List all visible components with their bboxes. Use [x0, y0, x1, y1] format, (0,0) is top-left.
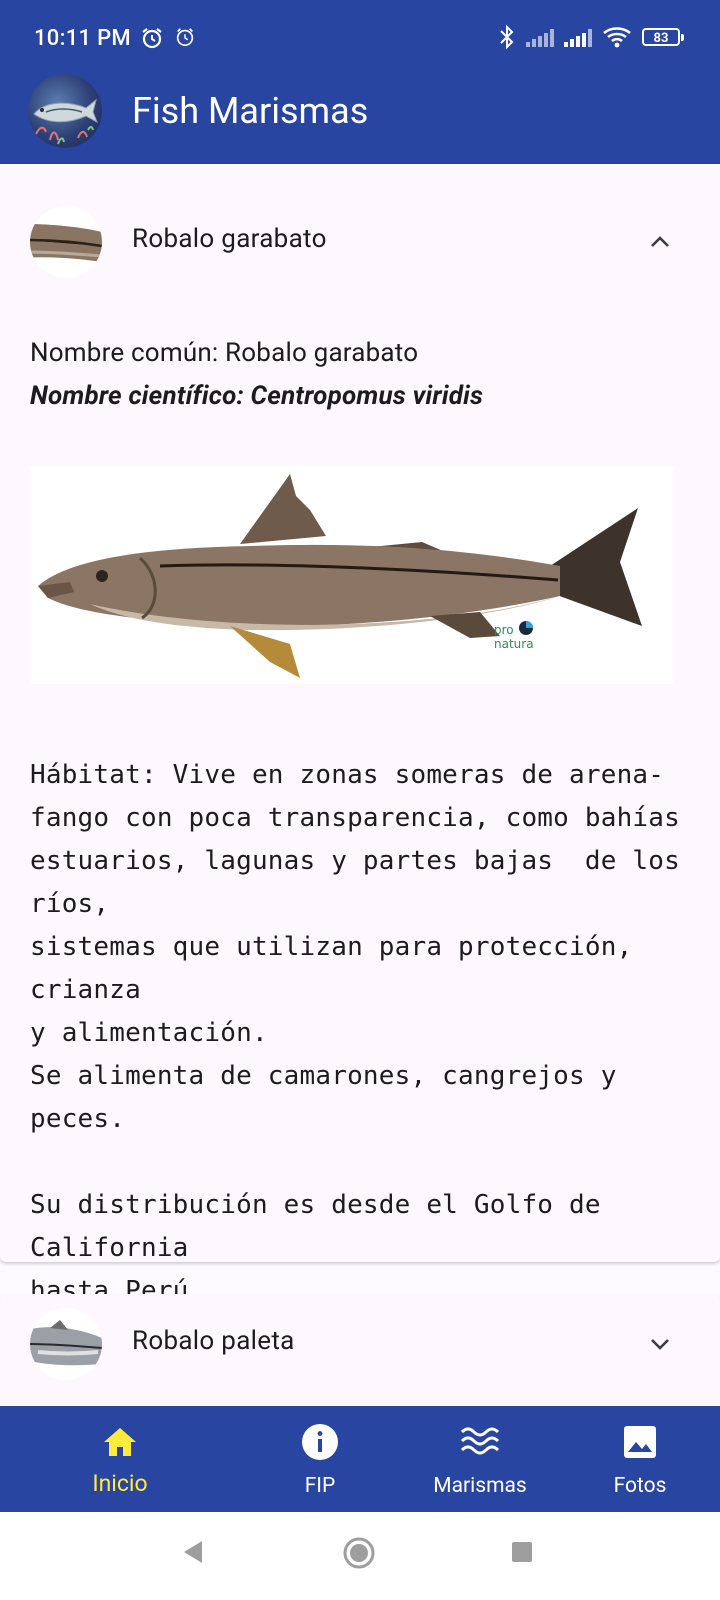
waves-icon [460, 1427, 500, 1455]
signal-icon [526, 27, 554, 47]
nav-label: Marismas [433, 1474, 527, 1498]
species-list: Robalo garabato Nombre común: Robalo gar… [0, 164, 720, 1406]
fish-avatar [30, 1308, 102, 1380]
nav-label: Inicio [92, 1470, 148, 1497]
status-left-icons [140, 26, 196, 50]
scientific-name: Nombre científico: Centropomus viridis [30, 381, 484, 411]
status-right-icons: 83 [498, 24, 684, 50]
nav-label: Fotos [613, 1474, 667, 1498]
status-time: 10:11 PM [34, 26, 131, 51]
species-title: Robalo paleta [132, 1326, 295, 1356]
status-bar: 10:11 PM 83 [0, 0, 720, 80]
back-icon[interactable] [180, 1538, 204, 1566]
nav-item-fip[interactable]: FIP [240, 1406, 400, 1512]
recents-icon[interactable] [510, 1540, 534, 1564]
info-icon [302, 1424, 338, 1460]
species-card-robalo-paleta[interactable]: Robalo paleta [0, 1294, 720, 1406]
alarm-outline-icon [176, 28, 194, 47]
app-title: Fish Marismas [132, 90, 369, 132]
system-navigation-bar [0, 1512, 720, 1600]
alarm-icon [142, 28, 162, 49]
nav-item-fotos[interactable]: Fotos [560, 1406, 720, 1512]
home-icon [104, 1428, 136, 1456]
battery-icon: 83 [642, 28, 684, 46]
common-name: Nombre común: Robalo garabato [30, 338, 419, 368]
fish-logo-icon [28, 74, 102, 148]
photo-watermark: natura [494, 637, 534, 651]
species-title: Robalo garabato [132, 224, 327, 254]
chevron-down-icon[interactable] [646, 1330, 674, 1358]
fish-avatar [30, 206, 102, 278]
bluetooth-icon [500, 24, 514, 50]
wifi-icon [603, 27, 631, 48]
photo-watermark: pro [494, 623, 514, 637]
home-button-icon[interactable] [342, 1536, 376, 1570]
app-bar: Fish Marismas [0, 74, 720, 164]
fish-photo: pro natura [30, 466, 674, 684]
photo-icon [624, 1426, 656, 1458]
nav-item-inicio[interactable]: Inicio [40, 1406, 200, 1512]
nav-item-marismas[interactable]: Marismas [400, 1406, 560, 1512]
species-card-robalo-garabato: Robalo garabato Nombre común: Robalo gar… [0, 164, 720, 1392]
chevron-up-icon[interactable] [646, 228, 674, 256]
signal-icon [564, 27, 592, 47]
bottom-navigation: Inicio FIP Marismas Fotos [0, 1406, 720, 1512]
nav-label: FIP [304, 1474, 336, 1498]
